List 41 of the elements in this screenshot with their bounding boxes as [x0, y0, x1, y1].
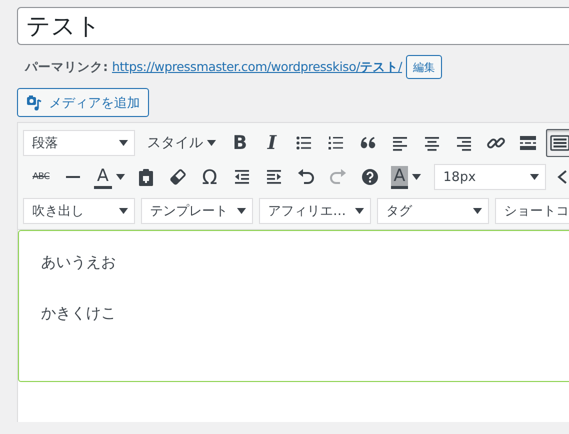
caret-icon [237, 208, 246, 214]
italic-button[interactable]: I [258, 129, 286, 157]
bold-button[interactable]: B [226, 129, 254, 157]
media-icon [26, 94, 43, 110]
toolbar-toggle-icon [550, 133, 569, 153]
help-icon [360, 167, 380, 187]
strikethrough-button[interactable]: ABC [27, 163, 55, 191]
paragraph-text: あいうえお [41, 253, 117, 272]
title-field[interactable]: テスト [17, 7, 569, 45]
horizontal-line-icon [66, 176, 80, 178]
toolbar-dropdown[interactable]: 吹き出し [23, 198, 135, 224]
undo-icon [296, 167, 316, 187]
edit-button[interactable]: 編集 [406, 55, 442, 79]
clear-formatting-icon [168, 167, 188, 187]
caret-icon [119, 208, 128, 214]
permalink-label: パーマリンク: [25, 58, 108, 76]
toolbar-dropdown[interactable]: ショートコ [495, 198, 569, 224]
caret-icon [119, 140, 128, 146]
caret-icon [530, 174, 540, 180]
toolbar-toggle-button[interactable] [546, 129, 569, 157]
toolbar-dropdown[interactable]: アフィリエ… [259, 198, 371, 224]
caret-icon [473, 208, 482, 214]
permalink-link[interactable]: https://wpressmaster.com/wordpresskiso/テスト/ [112, 58, 402, 76]
redo-icon [328, 167, 348, 187]
background-color-button[interactable]: A [388, 163, 424, 191]
caret-icon [412, 174, 422, 180]
special-character-button[interactable]: Ω [196, 163, 224, 191]
toolbar-dropdown[interactable]: テンプレート [141, 198, 253, 224]
caret-icon [207, 140, 216, 146]
read-more-icon [518, 133, 538, 153]
text-color-button[interactable]: A [91, 163, 128, 191]
editor-content[interactable]: あいうえお かきくけこ [18, 230, 569, 382]
paragraph-text: かきくけこ [41, 304, 117, 323]
font-size-select[interactable]: 18px [434, 164, 546, 190]
caret-icon [116, 174, 125, 180]
paragraph-format-select[interactable]: 段落 [23, 130, 135, 156]
add-media-button[interactable]: メディアを追加 [17, 88, 149, 117]
toolbar-dropdown[interactable]: タグ [377, 198, 489, 224]
add-media-label: メディアを追加 [49, 94, 140, 112]
caret-icon [355, 208, 364, 214]
styles-menu[interactable]: スタイル [141, 134, 222, 152]
